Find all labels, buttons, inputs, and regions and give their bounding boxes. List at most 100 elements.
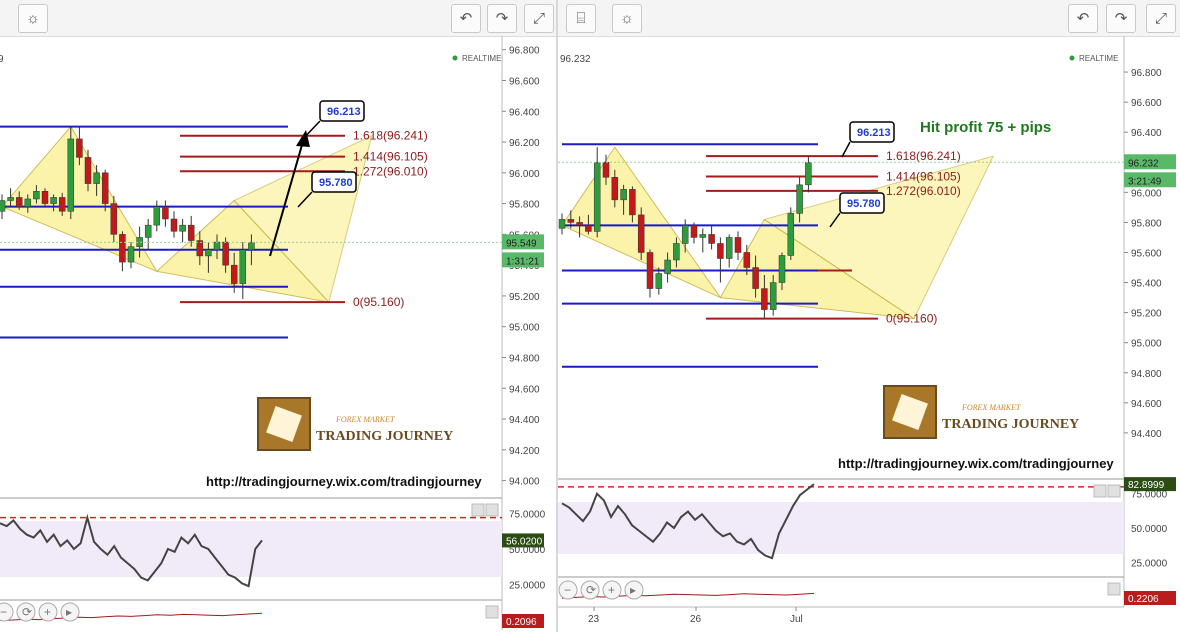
zoom-control-glyph: ▸ bbox=[630, 583, 636, 597]
candle-body bbox=[144, 224, 152, 238]
price-tick-label: 94.200 bbox=[509, 446, 540, 457]
price-tick-label: 95.800 bbox=[509, 200, 540, 211]
callout-label: 96.213 bbox=[857, 127, 891, 139]
realtime-label: REALTIME bbox=[462, 54, 501, 63]
stoch-band bbox=[558, 502, 1124, 554]
zoom-control-glyph: ⟳ bbox=[586, 583, 596, 597]
time-tag: 1:31:21 bbox=[506, 256, 540, 267]
candle-body bbox=[725, 237, 733, 259]
zoom-control-glyph: − bbox=[0, 605, 7, 619]
right-price-label: 96.232 bbox=[560, 54, 591, 65]
candle-body bbox=[673, 243, 680, 261]
price-tick-label: 94.000 bbox=[509, 477, 540, 488]
candle-body bbox=[58, 197, 66, 212]
price-tick-label: 96.000 bbox=[509, 169, 540, 180]
zoom-control-glyph: ⟳ bbox=[22, 605, 32, 619]
candle-body bbox=[752, 267, 759, 289]
fib-level-label: 1.414(96.105) bbox=[886, 170, 961, 184]
candle-body bbox=[690, 225, 698, 238]
macd-collapse-button bbox=[485, 605, 499, 619]
candle-body bbox=[162, 206, 169, 220]
url-text: http://tradingjourney.wix.com/tradingjou… bbox=[206, 474, 482, 489]
zoom-control-glyph: ▸ bbox=[66, 605, 72, 619]
candle-body bbox=[787, 213, 795, 256]
price-tick-label: 94.600 bbox=[1131, 399, 1162, 410]
candle-body bbox=[629, 189, 636, 216]
price-tick-label: 94.400 bbox=[509, 415, 540, 426]
realtime-label: REALTIME bbox=[1079, 54, 1118, 63]
candle-body bbox=[611, 177, 619, 201]
candle-body bbox=[585, 225, 592, 232]
price-tick-label: 95.800 bbox=[1131, 218, 1162, 229]
chart-panel-left: ☼ ↶ ↷ ⤢ 9 REALTIME 96.800 96.600 96.400 96.20… bbox=[0, 0, 556, 632]
price-tick-label: 94.600 bbox=[509, 384, 540, 395]
candle-body bbox=[248, 242, 255, 251]
partial-price-label: 9 bbox=[0, 54, 4, 65]
macd-value: 0.2206 bbox=[1128, 594, 1159, 605]
chart-svg-right: 96.232REALTIME96.80096.60096.40096.20096… bbox=[558, 36, 1176, 625]
callout-pointer bbox=[841, 141, 851, 158]
stoch-tick-label: 75.0000 bbox=[509, 509, 546, 520]
time-tick-label: 23 bbox=[588, 614, 600, 625]
candle-body bbox=[637, 214, 645, 253]
watermark-top: FOREX MARKET bbox=[961, 403, 1021, 412]
candle-body bbox=[593, 162, 601, 232]
fib-level-label: 1.272(96.010) bbox=[886, 184, 961, 198]
callout-label: 96.213 bbox=[327, 106, 361, 118]
target-arrow-head bbox=[296, 130, 310, 147]
macd-line bbox=[561, 592, 815, 599]
candle-body bbox=[101, 172, 109, 204]
fib-level-label: 0(95.160) bbox=[353, 295, 404, 309]
macd-value: 0.2096 bbox=[506, 617, 537, 628]
fib-level-label: 1.618(96.241) bbox=[353, 129, 428, 143]
stoch-collapse-button bbox=[471, 503, 485, 517]
candle-body bbox=[187, 224, 195, 241]
candle-body bbox=[93, 172, 100, 184]
price-tick-label: 96.400 bbox=[1131, 128, 1162, 139]
price-tick-label: 95.200 bbox=[509, 292, 540, 303]
candle-body bbox=[778, 255, 786, 283]
callout-label: 95.780 bbox=[319, 177, 353, 189]
candle-body bbox=[222, 241, 229, 266]
candle-body bbox=[205, 249, 212, 257]
candle-body bbox=[805, 162, 812, 186]
candle-body bbox=[0, 200, 6, 212]
realtime-dot bbox=[1069, 55, 1075, 61]
candle-body bbox=[576, 222, 583, 226]
price-tick-label: 96.800 bbox=[509, 46, 540, 57]
chart-svg-left: 9 REALTIME 96.800 96.600 96.400 96.200 96.000 9… bbox=[0, 36, 546, 630]
macd-collapse-button bbox=[1107, 582, 1121, 596]
candle-body bbox=[110, 203, 118, 235]
candle-body bbox=[567, 219, 575, 223]
fib-level-label: 0(95.160) bbox=[886, 312, 937, 326]
stoch-tick-label: 25.0000 bbox=[1131, 558, 1168, 569]
candle-body bbox=[170, 218, 178, 232]
watermark-top: FOREX MARKET bbox=[335, 415, 395, 424]
candle-body bbox=[153, 206, 161, 226]
watermark-bottom: TRADING JOURNEY bbox=[316, 429, 453, 444]
candle-body bbox=[558, 219, 566, 229]
candle-body bbox=[602, 162, 610, 178]
candle-body bbox=[33, 191, 40, 200]
candle-body bbox=[743, 252, 751, 268]
stoch-value: 56.0200 bbox=[506, 536, 543, 547]
price-tick-label: 95.400 bbox=[1131, 279, 1162, 290]
price-tag: 96.232 bbox=[1128, 158, 1159, 169]
fib-level-label: 1.272(96.010) bbox=[353, 164, 428, 178]
candle-body bbox=[734, 237, 742, 253]
candle-body bbox=[179, 224, 186, 232]
stoch-collapse-button bbox=[1093, 484, 1107, 498]
realtime-dot bbox=[452, 55, 458, 61]
candle-body bbox=[681, 225, 689, 244]
candle-body bbox=[7, 197, 14, 201]
candle-body bbox=[127, 246, 135, 263]
stoch-tick-label: 50.0000 bbox=[1131, 524, 1168, 535]
candle-body bbox=[620, 189, 627, 201]
time-tick-label: Jul bbox=[790, 614, 803, 625]
zoom-control-glyph: − bbox=[564, 583, 571, 597]
stoch-close-button bbox=[1107, 484, 1121, 498]
zoom-control-glyph: + bbox=[608, 583, 615, 597]
fib-level-label: 1.618(96.241) bbox=[886, 149, 961, 163]
price-tick-label: 95.000 bbox=[1131, 339, 1162, 350]
price-tick-label: 95.200 bbox=[1131, 309, 1162, 320]
